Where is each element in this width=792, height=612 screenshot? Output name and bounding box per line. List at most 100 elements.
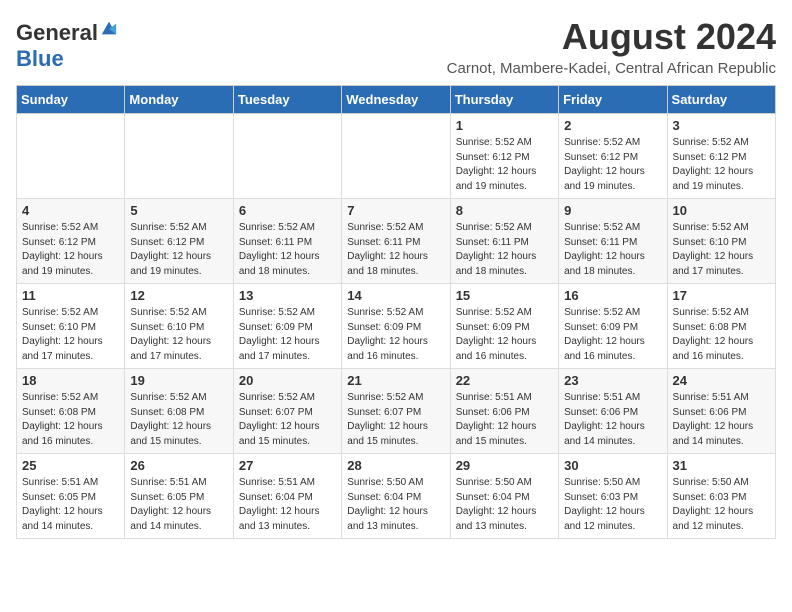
header: General Blue August 2024 Carnot, Mambere… [16, 16, 776, 77]
calendar-cell [125, 114, 233, 199]
day-info: Sunrise: 5:52 AM Sunset: 6:09 PM Dayligh… [239, 306, 336, 364]
day-number: 20 [239, 373, 336, 388]
calendar-cell: 23Sunrise: 5:51 AM Sunset: 6:06 PM Dayli… [559, 369, 667, 454]
day-number: 14 [347, 288, 444, 303]
calendar-header-row: SundayMondayTuesdayWednesdayThursdayFrid… [17, 86, 776, 114]
day-info: Sunrise: 5:52 AM Sunset: 6:11 PM Dayligh… [239, 221, 336, 279]
day-number: 13 [239, 288, 336, 303]
calendar-cell: 19Sunrise: 5:52 AM Sunset: 6:08 PM Dayli… [125, 369, 233, 454]
day-info: Sunrise: 5:52 AM Sunset: 6:10 PM Dayligh… [130, 306, 227, 364]
day-number: 10 [673, 203, 770, 218]
day-info: Sunrise: 5:50 AM Sunset: 6:04 PM Dayligh… [347, 476, 444, 534]
day-number: 12 [130, 288, 227, 303]
calendar-header-sunday: Sunday [17, 86, 125, 114]
day-number: 2 [564, 118, 661, 133]
calendar-cell: 31 Sunrise: 5:50 AM Sunset: 6:03 PM Dayli… [667, 454, 775, 539]
day-number: 18 [22, 373, 119, 388]
day-number: 24 [673, 373, 770, 388]
day-info: Sunrise: 5:52 AM Sunset: 6:11 PM Dayligh… [564, 221, 661, 279]
calendar-week-row: 18 Sunrise: 5:52 AM Sunset: 6:08 PM Dayli… [17, 369, 776, 454]
day-info: Sunrise: 5:52 AM Sunset: 6:07 PM Dayligh… [239, 391, 336, 449]
calendar-week-row: 1 Sunrise: 5:52 AM Sunset: 6:12 PM Daylig… [17, 114, 776, 199]
calendar-header-saturday: Saturday [667, 86, 775, 114]
calendar-header-friday: Friday [559, 86, 667, 114]
day-info: Sunrise: 5:50 AM Sunset: 6:03 PM Dayligh… [673, 476, 770, 534]
day-number: 19 [130, 373, 227, 388]
logo-icon [100, 20, 118, 38]
calendar-week-row: 11 Sunrise: 5:52 AM Sunset: 6:10 PM Dayli… [17, 284, 776, 369]
calendar-week-row: 25 Sunrise: 5:51 AM Sunset: 6:05 PM Dayli… [17, 454, 776, 539]
day-info: Sunrise: 5:51 AM Sunset: 6:05 PM Dayligh… [22, 476, 119, 534]
calendar-cell: 11Sunrise: 5:52 AM Sunset: 6:10 PM Dayli… [17, 284, 125, 369]
page-subtitle: Carnot, Mambere-Kadei, Central African R… [447, 60, 776, 77]
logo: General Blue [16, 20, 118, 72]
day-info: Sunrise: 5:52 AM Sunset: 6:11 PM Dayligh… [347, 221, 444, 279]
calendar-cell: 7 Sunrise: 5:52 AM Sunset: 6:11 PM Daylig… [342, 199, 450, 284]
day-info: Sunrise: 5:52 AM Sunset: 6:12 PM Dayligh… [456, 136, 553, 194]
day-info: Sunrise: 5:52 AM Sunset: 6:11 PM Dayligh… [456, 221, 553, 279]
day-number: 21 [347, 373, 444, 388]
calendar-header-tuesday: Tuesday [233, 86, 341, 114]
calendar-cell: 12 Sunrise: 5:52 AM Sunset: 6:10 PM Dayli… [125, 284, 233, 369]
calendar-cell: 13 Sunrise: 5:52 AM Sunset: 6:09 PM Dayli… [233, 284, 341, 369]
page-title: August 2024 [447, 16, 776, 58]
logo-blue-text: Blue [16, 46, 64, 72]
calendar-table: SundayMondayTuesdayWednesdayThursdayFrid… [16, 85, 776, 539]
calendar-header-monday: Monday [125, 86, 233, 114]
calendar-cell [17, 114, 125, 199]
calendar-cell [342, 114, 450, 199]
day-info: Sunrise: 5:52 AM Sunset: 6:12 PM Dayligh… [22, 221, 119, 279]
day-number: 1 [456, 118, 553, 133]
day-number: 31 [673, 458, 770, 473]
day-number: 8 [456, 203, 553, 218]
day-number: 5 [130, 203, 227, 218]
calendar-cell: 6 Sunrise: 5:52 AM Sunset: 6:11 PM Daylig… [233, 199, 341, 284]
day-number: 6 [239, 203, 336, 218]
calendar-header-wednesday: Wednesday [342, 86, 450, 114]
calendar-header-thursday: Thursday [450, 86, 558, 114]
day-info: Sunrise: 5:52 AM Sunset: 6:09 PM Dayligh… [347, 306, 444, 364]
day-info: Sunrise: 5:52 AM Sunset: 6:10 PM Dayligh… [673, 221, 770, 279]
day-number: 25 [22, 458, 119, 473]
calendar-cell: 30 Sunrise: 5:50 AM Sunset: 6:03 PM Dayli… [559, 454, 667, 539]
day-info: Sunrise: 5:51 AM Sunset: 6:06 PM Dayligh… [673, 391, 770, 449]
day-info: Sunrise: 5:52 AM Sunset: 6:09 PM Dayligh… [564, 306, 661, 364]
calendar-cell: 9Sunrise: 5:52 AM Sunset: 6:11 PM Daylig… [559, 199, 667, 284]
day-number: 11 [22, 288, 119, 303]
calendar-cell: 10 Sunrise: 5:52 AM Sunset: 6:10 PM Dayli… [667, 199, 775, 284]
calendar-cell: 27Sunrise: 5:51 AM Sunset: 6:04 PM Dayli… [233, 454, 341, 539]
day-number: 3 [673, 118, 770, 133]
calendar-cell: 4 Sunrise: 5:52 AM Sunset: 6:12 PM Daylig… [17, 199, 125, 284]
calendar-cell: 16Sunrise: 5:52 AM Sunset: 6:09 PM Dayli… [559, 284, 667, 369]
title-area: August 2024 Carnot, Mambere-Kadei, Centr… [447, 16, 776, 77]
calendar-cell: 26Sunrise: 5:51 AM Sunset: 6:05 PM Dayli… [125, 454, 233, 539]
day-info: Sunrise: 5:52 AM Sunset: 6:12 PM Dayligh… [564, 136, 661, 194]
calendar-cell: 3 Sunrise: 5:52 AM Sunset: 6:12 PM Daylig… [667, 114, 775, 199]
calendar-cell: 15 Sunrise: 5:52 AM Sunset: 6:09 PM Dayli… [450, 284, 558, 369]
calendar-cell: 29 Sunrise: 5:50 AM Sunset: 6:04 PM Dayli… [450, 454, 558, 539]
day-number: 4 [22, 203, 119, 218]
calendar-cell: 28Sunrise: 5:50 AM Sunset: 6:04 PM Dayli… [342, 454, 450, 539]
calendar-cell: 5Sunrise: 5:52 AM Sunset: 6:12 PM Daylig… [125, 199, 233, 284]
day-info: Sunrise: 5:51 AM Sunset: 6:06 PM Dayligh… [456, 391, 553, 449]
calendar-week-row: 4 Sunrise: 5:52 AM Sunset: 6:12 PM Daylig… [17, 199, 776, 284]
day-info: Sunrise: 5:50 AM Sunset: 6:03 PM Dayligh… [564, 476, 661, 534]
day-number: 7 [347, 203, 444, 218]
day-info: Sunrise: 5:50 AM Sunset: 6:04 PM Dayligh… [456, 476, 553, 534]
day-info: Sunrise: 5:52 AM Sunset: 6:08 PM Dayligh… [22, 391, 119, 449]
calendar-cell: 17Sunrise: 5:52 AM Sunset: 6:08 PM Dayli… [667, 284, 775, 369]
day-number: 26 [130, 458, 227, 473]
calendar-cell: 21 Sunrise: 5:52 AM Sunset: 6:07 PM Dayli… [342, 369, 450, 454]
calendar-cell: 24 Sunrise: 5:51 AM Sunset: 6:06 PM Dayli… [667, 369, 775, 454]
calendar-cell: 22Sunrise: 5:51 AM Sunset: 6:06 PM Dayli… [450, 369, 558, 454]
day-number: 23 [564, 373, 661, 388]
calendar-cell [233, 114, 341, 199]
calendar-cell: 25 Sunrise: 5:51 AM Sunset: 6:05 PM Dayli… [17, 454, 125, 539]
day-number: 29 [456, 458, 553, 473]
day-info: Sunrise: 5:52 AM Sunset: 6:07 PM Dayligh… [347, 391, 444, 449]
day-info: Sunrise: 5:52 AM Sunset: 6:12 PM Dayligh… [673, 136, 770, 194]
day-number: 15 [456, 288, 553, 303]
day-number: 30 [564, 458, 661, 473]
day-info: Sunrise: 5:51 AM Sunset: 6:04 PM Dayligh… [239, 476, 336, 534]
day-info: Sunrise: 5:52 AM Sunset: 6:09 PM Dayligh… [456, 306, 553, 364]
